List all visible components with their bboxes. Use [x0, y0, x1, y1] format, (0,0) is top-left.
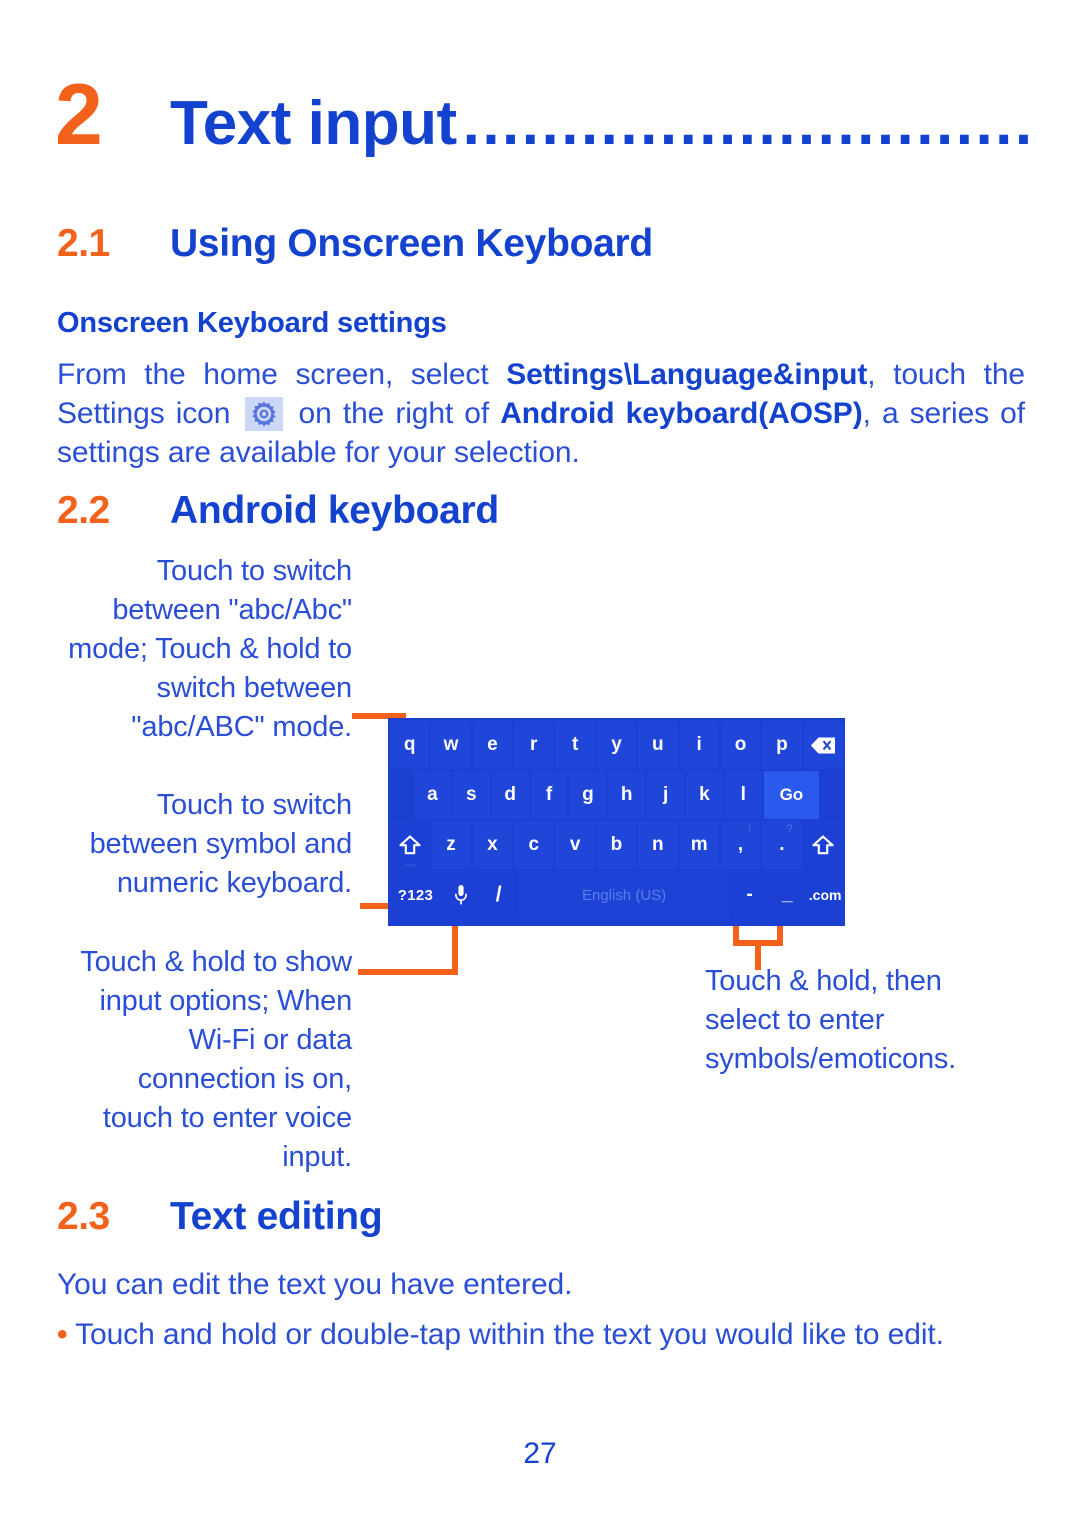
key-u[interactable]: u [638, 721, 678, 769]
chapter-title: Text input [170, 89, 457, 158]
shift-icon [812, 835, 834, 855]
period-key[interactable]: ? . [762, 821, 802, 869]
backspace-icon [810, 737, 836, 754]
section-title-2-2: Android keyboard [170, 489, 499, 532]
keyboard-row-1: q w e r t y u i o p [390, 721, 843, 769]
section-number-2-1: 2.1 [57, 222, 110, 265]
shift-key-left[interactable] [390, 821, 430, 869]
paragraph-onscreen-settings: From the home screen, select Settings\La… [57, 355, 1025, 472]
subheading-onscreen-keyboard-settings: Onscreen Keyboard settings [57, 307, 447, 339]
slash-key[interactable]: / [480, 871, 517, 919]
gear-icon [245, 397, 284, 431]
paragraph-text-editing-intro: You can edit the text you have entered. [57, 1268, 573, 1301]
key-i[interactable]: i [679, 721, 719, 769]
key-t[interactable]: t [555, 721, 595, 769]
keyboard-row-2: a s d f g h j k l Go [390, 771, 843, 819]
bullet-text: Touch and hold or double-tap within the … [67, 1318, 944, 1351]
section-heading-2-3: 2.3 Text editing [57, 1195, 1017, 1239]
comma-key-hint: ! [748, 823, 752, 835]
section-heading-2-1: 2.1 Using Onscreen Keyboard [57, 222, 1017, 266]
key-b[interactable]: b [596, 821, 637, 869]
key-l[interactable]: l [724, 771, 762, 819]
key-w[interactable]: w [431, 721, 471, 769]
hyphen-key[interactable]: - [731, 871, 768, 919]
key-k[interactable]: k [686, 771, 723, 819]
key-v[interactable]: v [555, 821, 595, 869]
comma-key-label: , [737, 834, 744, 855]
key-n[interactable]: n [638, 821, 678, 869]
key-g[interactable]: g [569, 771, 607, 819]
callout-line-mic-horizontal [358, 969, 458, 975]
section-title-2-1: Using Onscreen Keyboard [170, 222, 653, 265]
key-d[interactable]: d [491, 771, 529, 819]
key-o[interactable]: o [720, 721, 761, 769]
go-key[interactable]: Go [763, 771, 820, 819]
comma-key[interactable]: ! , [720, 821, 761, 869]
section-heading-2-2: 2.2 Android keyboard [57, 489, 1017, 533]
key-m[interactable]: m [679, 821, 719, 869]
para-text-1: From the home screen, select [57, 358, 507, 391]
key-j[interactable]: j [647, 771, 685, 819]
key-y[interactable]: y [596, 721, 637, 769]
para-bold-android-keyboard: Android keyboard(AOSP) [500, 397, 863, 430]
annotation-voice-input: Touch & hold to show input options; When… [80, 946, 352, 1173]
shift-key-right[interactable] [803, 821, 843, 869]
shift-key-indicator [404, 864, 415, 866]
para-text-3: on the right of [287, 397, 501, 430]
chapter-heading: 2 Text input ...........................… [55, 72, 1030, 167]
key-r[interactable]: r [514, 721, 554, 769]
key-z[interactable]: z [431, 821, 471, 869]
android-keyboard-figure: q w e r t y u i o p a s d f g h j k l Go… [388, 718, 845, 926]
symbols-key[interactable]: ?123 [390, 871, 441, 919]
key-s[interactable]: s [452, 771, 490, 819]
shift-icon [399, 835, 421, 855]
bullet-item-edit-text: • Touch and hold or double-tap within th… [57, 1315, 1042, 1355]
key-q[interactable]: q [390, 721, 430, 769]
underscore-key[interactable]: _ [769, 871, 806, 919]
bullet-marker: • [57, 1318, 68, 1351]
backspace-key[interactable] [803, 721, 843, 769]
key-x[interactable]: x [472, 821, 513, 869]
microphone-key[interactable] [442, 871, 479, 919]
key-e[interactable]: e [472, 721, 513, 769]
period-key-label: . [779, 834, 785, 855]
chapter-leader-dots: ................................ [462, 89, 1030, 158]
key-h[interactable]: h [608, 771, 646, 819]
key-f[interactable]: f [530, 771, 568, 819]
annotation-symbols-emoticons: Touch & hold, then select to enter symbo… [705, 965, 957, 1075]
annotation-symbol-key: Touch to switch between symbol and numer… [89, 789, 353, 899]
key-a[interactable]: a [414, 771, 451, 819]
key-p[interactable]: p [762, 721, 802, 769]
chapter-number: 2 [55, 67, 103, 163]
keyboard-row-3: z x c v b n m ! , ? . [390, 821, 843, 869]
para-bold-settings-language: Settings\Language&input [506, 358, 868, 391]
annotation-shift-key: Touch to switch between "abc/Abc" mode; … [68, 555, 352, 743]
dotcom-key[interactable]: .com [807, 871, 844, 919]
key-c[interactable]: c [514, 821, 554, 869]
section-number-2-2: 2.2 [57, 489, 110, 532]
space-key[interactable]: English (US) [518, 871, 730, 919]
period-key-hint: ? [786, 823, 793, 835]
section-number-2-3: 2.3 [57, 1195, 110, 1238]
microphone-icon [454, 884, 468, 906]
document-page: 2 Text input ...........................… [0, 0, 1080, 1534]
callout-bracket-drop [755, 940, 761, 970]
page-number: 27 [523, 1437, 557, 1470]
keyboard-row-4: ?123 / English (US) - _ .com [390, 871, 844, 919]
section-title-2-3: Text editing [170, 1195, 383, 1238]
